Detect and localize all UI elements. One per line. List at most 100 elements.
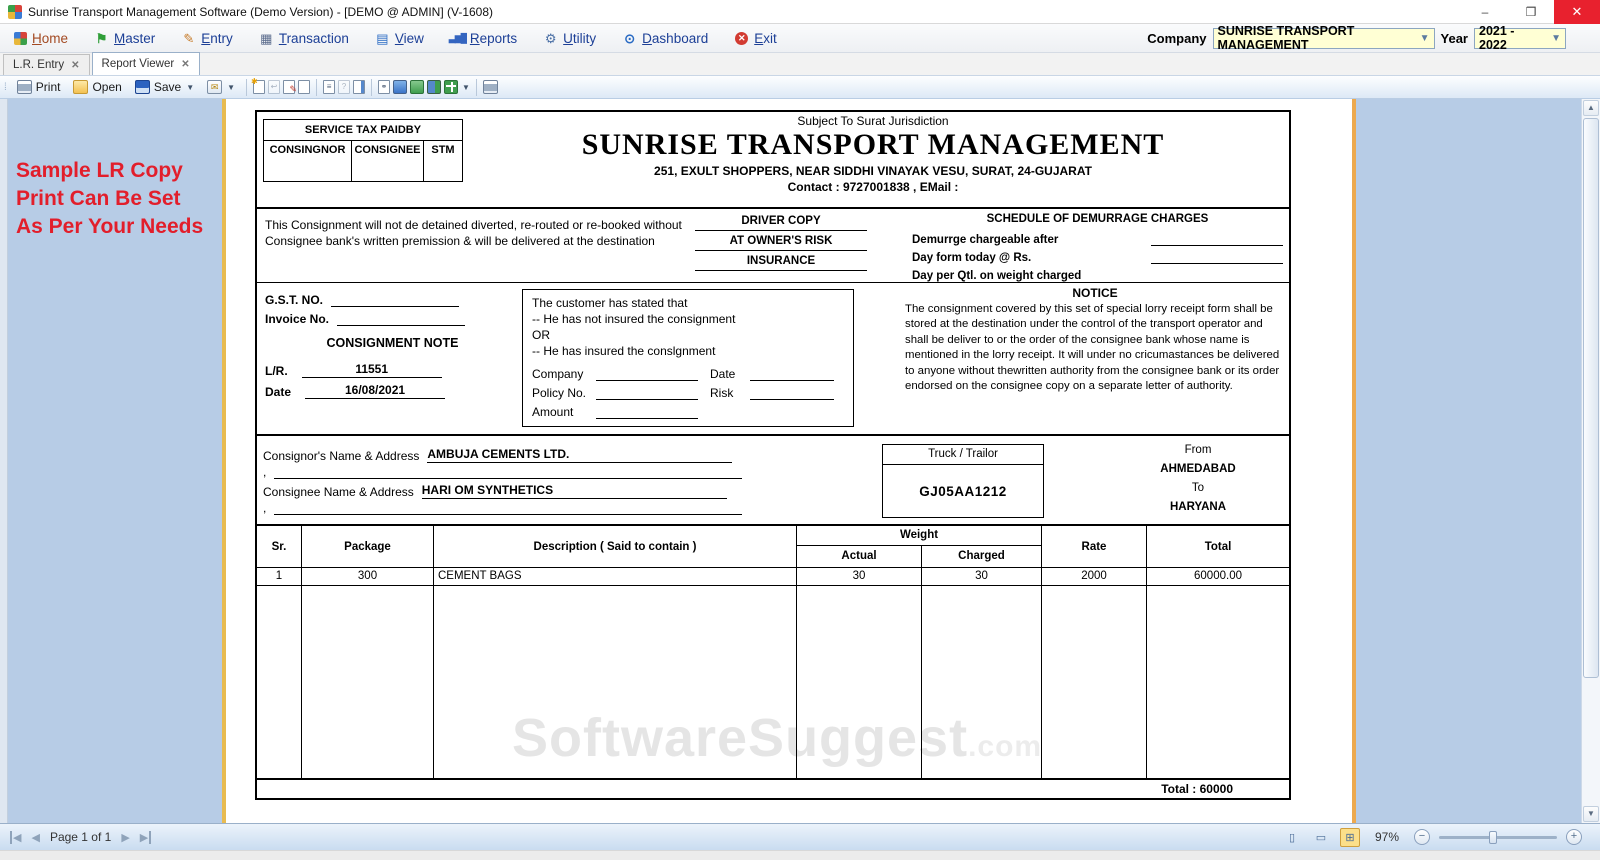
insurance-company-label: Company <box>532 367 584 381</box>
service-tax-title: SERVICE TAX PAIDBY <box>264 120 462 141</box>
parties-block: Consignor's Name & Address AMBUJA CEMENTS… <box>263 443 763 515</box>
exit-icon: ✕ <box>735 31 749 45</box>
notice-title: NOTICE <box>1072 286 1118 300</box>
page-indicator: Page 1 of 1 <box>49 830 112 844</box>
consignor-label: Consignor's Name & Address <box>263 449 420 463</box>
tab-bar: L.R. Entry ✕ Report Viewer ✕ <box>0 52 1600 76</box>
menu-utility[interactable]: ⚙ Utility <box>543 31 596 46</box>
insurance-declaration-box: The customer has stated that -- He has n… <box>522 289 854 427</box>
menu-home[interactable]: Home <box>14 31 68 46</box>
blank-line <box>274 502 743 515</box>
open-button[interactable]: Open <box>68 79 126 95</box>
copy-label: INSURANCE <box>695 255 867 271</box>
floppy-icon <box>134 80 150 94</box>
zoom-slider[interactable] <box>1439 830 1557 844</box>
demurrage-line: Day form today @ Rs. <box>912 252 1032 264</box>
blank-page-button[interactable] <box>298 80 311 94</box>
tab-lr-entry[interactable]: L.R. Entry ✕ <box>3 54 90 75</box>
sample-note-line: As Per Your Needs <box>16 215 204 238</box>
menu-dashboard[interactable]: ⊙ Dashboard <box>622 31 708 46</box>
next-page-button[interactable]: ▶ <box>121 831 129 844</box>
chevron-down-icon: ▼ <box>1551 32 1561 44</box>
last-page-button[interactable]: ▶ <box>140 830 152 844</box>
clipboard-help-button[interactable]: ? <box>338 80 351 94</box>
truck-number: GJ05AA1212 <box>919 483 1007 499</box>
report-page: SoftwareSuggest.com SERVICE TAX PAIDBY C… <box>222 99 1356 823</box>
goods-table: Sr. Package Description ( Said to contai… <box>257 526 1289 800</box>
double-page-view-button[interactable] <box>427 80 442 94</box>
col-sr: Sr. <box>271 540 287 553</box>
consignment-clause: This Consignment will not de detained di… <box>265 218 682 248</box>
copy-label: DRIVER COPY <box>695 215 867 231</box>
zoom-slider-thumb[interactable] <box>1489 830 1497 844</box>
gauge-icon: ⊙ <box>624 30 636 46</box>
sample-note-line: Print Can Be Set <box>16 187 181 210</box>
menu-view-label: View <box>394 30 424 46</box>
printer-export-button[interactable] <box>482 80 498 94</box>
find-button[interactable]: ⚭ <box>378 80 391 94</box>
monitor-view-button[interactable] <box>393 80 408 94</box>
table-empty-body <box>257 586 1289 778</box>
copy-labels: DRIVER COPY AT OWNER'S RISK INSURANCE <box>695 215 867 275</box>
zoom-in-button[interactable]: + <box>1566 829 1582 845</box>
year-select[interactable]: 2021 - 2022 ▼ <box>1474 24 1566 52</box>
company-select[interactable]: SUNRISE TRANSPORT MANAGEMENT ▼ <box>1212 24 1435 52</box>
col-rate: Rate <box>1081 540 1107 553</box>
text-page-button[interactable]: ≡ <box>323 80 336 94</box>
minimize-button[interactable]: – <box>1462 0 1508 24</box>
col-weight: Weight <box>797 526 1041 546</box>
revert-page-button[interactable]: ↩ <box>268 80 281 94</box>
edit-page-button[interactable] <box>283 80 297 95</box>
cell-sr: 1 <box>257 568 302 585</box>
toolbar-separator <box>371 78 373 96</box>
lr-number: 11551 <box>301 362 442 378</box>
menu-view[interactable]: ▤ View <box>375 31 424 46</box>
cell-description: CEMENT BAGS <box>434 568 797 585</box>
zoom-out-button[interactable]: − <box>1414 829 1430 845</box>
multi-page-view-button[interactable] <box>444 80 459 94</box>
print-button[interactable]: Print <box>12 79 66 95</box>
scroll-up-icon[interactable]: ▲ <box>1583 100 1599 116</box>
menu-entry-label: Entry <box>201 30 233 46</box>
notice-block: NOTICE The consignment covered by this s… <box>905 286 1285 394</box>
single-page-view-button[interactable] <box>410 80 425 94</box>
previous-page-button[interactable]: ◀ <box>31 831 39 844</box>
export-button[interactable]: ✉ ▼ <box>202 79 240 95</box>
blank-line <box>1151 233 1283 246</box>
blank-line <box>337 313 466 326</box>
menu-master[interactable]: ⚑ Master <box>94 31 156 46</box>
tab-report-viewer[interactable]: Report Viewer ✕ <box>91 52 200 75</box>
close-icon[interactable]: ✕ <box>181 59 189 70</box>
menu-reports-label: Reports <box>469 30 518 46</box>
scroll-down-icon[interactable]: ▼ <box>1583 806 1599 822</box>
blank-line <box>596 406 698 419</box>
first-page-button[interactable]: ◀ <box>10 830 21 844</box>
demurrage-line: Demurrge chargeable after <box>912 234 1059 246</box>
menu-transaction[interactable]: ▦ Transaction <box>259 31 349 46</box>
demurrage-title: SCHEDULE OF DEMURRAGE CHARGES <box>986 213 1209 225</box>
menu-reports[interactable]: ▃▆█ Reports <box>449 30 518 46</box>
blank-line <box>596 368 698 381</box>
vertical-scrollbar[interactable]: ▲ ▼ <box>1581 99 1600 823</box>
tab-lr-entry-label: L.R. Entry <box>13 59 65 71</box>
menu-entry[interactable]: ✎ Entry <box>181 30 233 46</box>
fit-width-mode-button[interactable]: ▭ <box>1311 828 1331 847</box>
blank-line <box>596 387 698 400</box>
scrollbar-thumb[interactable] <box>1583 118 1599 678</box>
save-button[interactable]: Save ▼ <box>130 79 199 95</box>
multi-page-mode-button[interactable]: ⊞ <box>1340 827 1360 847</box>
toolbar-separator <box>316 78 318 96</box>
goods-table-header: Sr. Package Description ( Said to contai… <box>257 526 1289 568</box>
add-page-button[interactable] <box>251 76 266 94</box>
to-city: HARYANA <box>1169 501 1227 513</box>
close-icon[interactable]: ✕ <box>71 60 79 71</box>
maximize-button[interactable]: ❒ <box>1508 0 1554 24</box>
page-setup-button[interactable] <box>353 80 366 94</box>
menu-exit[interactable]: ✕ Exit <box>734 31 777 46</box>
blank-line <box>750 387 834 400</box>
close-button[interactable]: ✕ <box>1554 0 1600 24</box>
truck-label: Truck / Trailor <box>883 445 1043 465</box>
truck-box: Truck / Trailor GJ05AA1212 <box>882 444 1044 518</box>
menu-bar: Home ⚑ Master ✎ Entry ▦ Transaction ▤ Vi… <box>0 24 1600 53</box>
single-page-mode-button[interactable]: ▯ <box>1282 828 1302 847</box>
